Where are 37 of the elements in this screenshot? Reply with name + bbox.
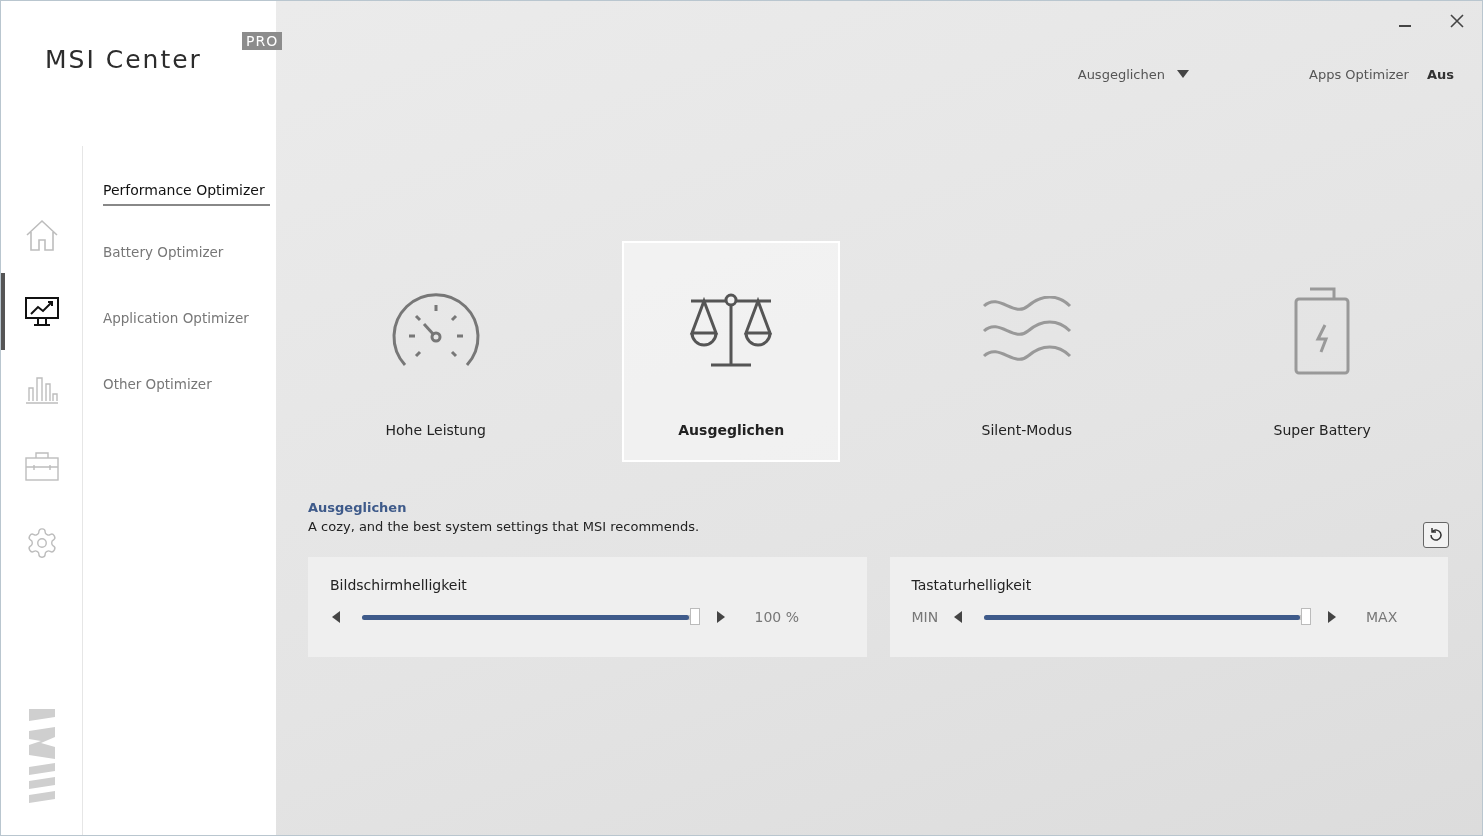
increase-button[interactable] (1326, 610, 1338, 624)
slider-label: Bildschirmhelligkeit (330, 577, 467, 593)
toolbox-icon (24, 450, 59, 481)
apps-optimizer-label: Apps Optimizer (1309, 66, 1409, 82)
subnav-item[interactable]: Application Optimizer (103, 302, 270, 334)
apps-optimizer-value: Aus (1426, 66, 1454, 82)
logo-icon (26, 709, 57, 803)
subnav-item[interactable]: Other Optimizer (103, 368, 270, 400)
mode-card[interactable]: Silent-Modus (917, 241, 1136, 462)
slider-thumb[interactable] (689, 607, 700, 625)
scale-icon (689, 292, 774, 369)
subnav-item[interactable]: Battery Optimizer (103, 236, 270, 268)
decrease-button[interactable] (952, 610, 965, 624)
increase-button[interactable] (714, 610, 727, 624)
decrease-button[interactable] (330, 610, 342, 624)
close-icon (1450, 14, 1464, 28)
description-title: Ausgeglichen (308, 500, 408, 515)
slider-reading: 100 % (754, 609, 800, 625)
mode-dropdown[interactable]: Ausgeglichen (1077, 66, 1189, 82)
mode-card[interactable]: Super Battery (1213, 241, 1432, 462)
slider-label: Tastaturhelligkeit (911, 577, 1032, 593)
minimize-icon (1399, 25, 1411, 27)
mode-card[interactable]: Ausgeglichen (622, 241, 841, 462)
caret-icon (1177, 70, 1189, 78)
max-label: MAX (1366, 609, 1399, 625)
monitor-chart-icon (24, 296, 59, 327)
app-title: MSI Center (45, 45, 202, 74)
reset-icon (1428, 527, 1444, 543)
slider-thumb[interactable] (1301, 607, 1311, 625)
description-text: A cozy, and the best system settings that MSI recommends. (308, 519, 700, 534)
pro-badge: PRO (242, 32, 283, 50)
mode-card[interactable]: Hohe Leistung (326, 241, 545, 462)
reset-button[interactable] (1423, 522, 1449, 548)
subnav-item[interactable]: Performance Optimizer (103, 174, 270, 206)
battery-icon (1293, 286, 1352, 375)
min-label: MIN (911, 609, 939, 625)
home-icon (24, 217, 59, 252)
